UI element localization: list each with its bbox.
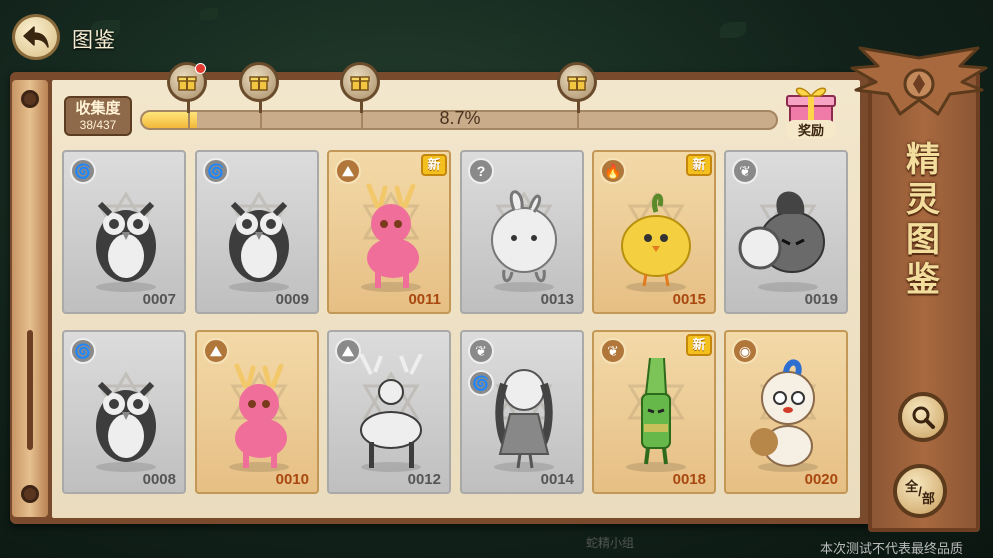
creature-art-flower-girl — [495, 369, 553, 469]
magnifier-icon — [912, 406, 935, 429]
creature-card[interactable]: ◉ 0020 — [724, 330, 848, 494]
back-arrow-icon — [23, 26, 49, 48]
milestone-pin — [360, 101, 363, 113]
spine-knob-bottom — [21, 485, 39, 503]
side-title: 精 灵 图 鉴 — [888, 140, 958, 300]
side-title-char: 图 — [906, 221, 940, 259]
progress-tick — [361, 112, 363, 128]
creature-art-deer-baby — [234, 363, 287, 468]
creature-art-owl — [96, 201, 156, 282]
new-badge: 新 — [686, 334, 712, 356]
element-wind-icon: 🌀 — [468, 370, 494, 396]
progress-tick — [260, 112, 262, 128]
creature-number: 0011 — [408, 291, 441, 308]
creature-card[interactable]: ⛰ 新 0011 — [327, 150, 451, 314]
search-button[interactable] — [898, 392, 948, 442]
gift-icon — [567, 76, 587, 91]
element-fire-icon: 🔥 — [600, 158, 626, 184]
test-watermark: 本次测试不代表最终品质 — [820, 541, 964, 556]
creature-card[interactable]: ❦ 🌀 0014 — [460, 330, 584, 494]
creature-card[interactable]: 🌀 0009 — [195, 150, 319, 314]
side-title-char: 灵 — [906, 181, 940, 219]
creature-card[interactable]: ❦ 新 0018 — [592, 330, 716, 494]
creature-card[interactable]: ❦ 0019 — [724, 150, 848, 314]
creature-card[interactable]: ? 0013 — [460, 150, 584, 314]
wing-emblem-icon — [850, 46, 988, 116]
gift-icon — [249, 76, 269, 91]
creature-art-stag — [359, 354, 423, 468]
creature-number: 0009 — [275, 291, 309, 308]
progress-tick — [188, 112, 190, 128]
back-button[interactable] — [12, 14, 60, 60]
studio-logo: 蛇精小组 — [586, 536, 635, 550]
creature-number: 0018 — [672, 471, 706, 488]
creature-art-bear — [750, 359, 815, 467]
element-grass-icon: ❦ — [600, 338, 626, 364]
collection-count: 38/437 — [79, 118, 117, 132]
side-title-char: 精 — [906, 141, 940, 179]
creature-number: 0007 — [142, 291, 176, 308]
creature-number: 0008 — [142, 471, 176, 488]
new-badge: 新 — [686, 154, 712, 176]
milestone-pin — [187, 101, 190, 113]
creature-number: 0020 — [804, 471, 838, 488]
element-grass-icon: ❦ — [732, 158, 758, 184]
creature-number: 0012 — [407, 471, 441, 488]
creature-card[interactable]: 🌀 0008 — [62, 330, 186, 494]
milestone-gift-2[interactable] — [239, 62, 279, 113]
creature-card[interactable]: 🔥 新 0015 — [592, 150, 716, 314]
milestone-pin — [259, 101, 262, 113]
side-title-char: 鉴 — [906, 261, 940, 299]
element-normal-icon: ◉ — [732, 338, 758, 364]
creature-number: 0013 — [540, 291, 574, 308]
creature-number: 0015 — [672, 291, 706, 308]
page-title: 图鉴 — [72, 29, 116, 52]
element-earth-icon: ⛰ — [335, 158, 361, 184]
creature-card[interactable]: 🌀 0007 — [62, 150, 186, 314]
creature-grid: 🌀 0007 🌀 0009 ⛰ 新 0011 ? 0013 🔥 新 0015 ❦… — [62, 150, 850, 495]
gift-icon — [350, 76, 370, 91]
element-earth-icon: ⛰ — [335, 338, 361, 364]
creature-number: 0019 — [804, 291, 838, 308]
creature-art-chick — [621, 193, 691, 287]
spine-knob-top — [21, 90, 39, 108]
element-wind-icon: 🌀 — [70, 338, 96, 364]
creature-art-leek — [641, 357, 671, 465]
element-earth-icon: ⛰ — [203, 338, 229, 364]
creature-art-owl-large — [96, 381, 156, 462]
reward-label: 奖励 — [786, 120, 836, 139]
element-unknown-icon: ? — [468, 158, 494, 184]
creature-card[interactable]: ⛰ 0010 — [195, 330, 319, 494]
creature-card[interactable]: ⛰ 0012 — [327, 330, 451, 494]
milestone-gift-3[interactable] — [340, 62, 380, 113]
creature-number: 0014 — [540, 471, 574, 488]
gift-icon — [177, 76, 197, 91]
milestone-gift-4[interactable] — [557, 62, 597, 113]
collection-percent: 8.7% — [439, 108, 481, 128]
creature-art-onion-knight — [738, 191, 825, 273]
filter-all-label-1: 全 — [905, 478, 919, 494]
creature-number: 0010 — [275, 471, 309, 488]
new-badge: 新 — [421, 154, 447, 176]
element-wind-icon: 🌀 — [70, 158, 96, 184]
collection-title: 收集度 — [75, 100, 121, 117]
element-grass-icon: ❦ — [468, 338, 494, 364]
element-wind-icon: 🌀 — [203, 158, 229, 184]
scroll-track[interactable] — [27, 330, 33, 450]
creature-art-deer-pink — [366, 183, 419, 288]
milestone-pin — [577, 101, 580, 113]
creature-art-blob — [491, 190, 557, 283]
creature-art-owl-armored — [229, 201, 289, 282]
collection-label: 收集度 38/437 — [64, 96, 132, 136]
progress-tick — [577, 112, 579, 128]
filter-all-label-2: 部 — [921, 490, 935, 506]
filter-all-button[interactable]: 全 / 部 — [893, 464, 947, 518]
book-spine — [12, 80, 48, 517]
milestone-gift-1[interactable] — [167, 62, 207, 113]
red-dot-badge — [195, 63, 206, 74]
